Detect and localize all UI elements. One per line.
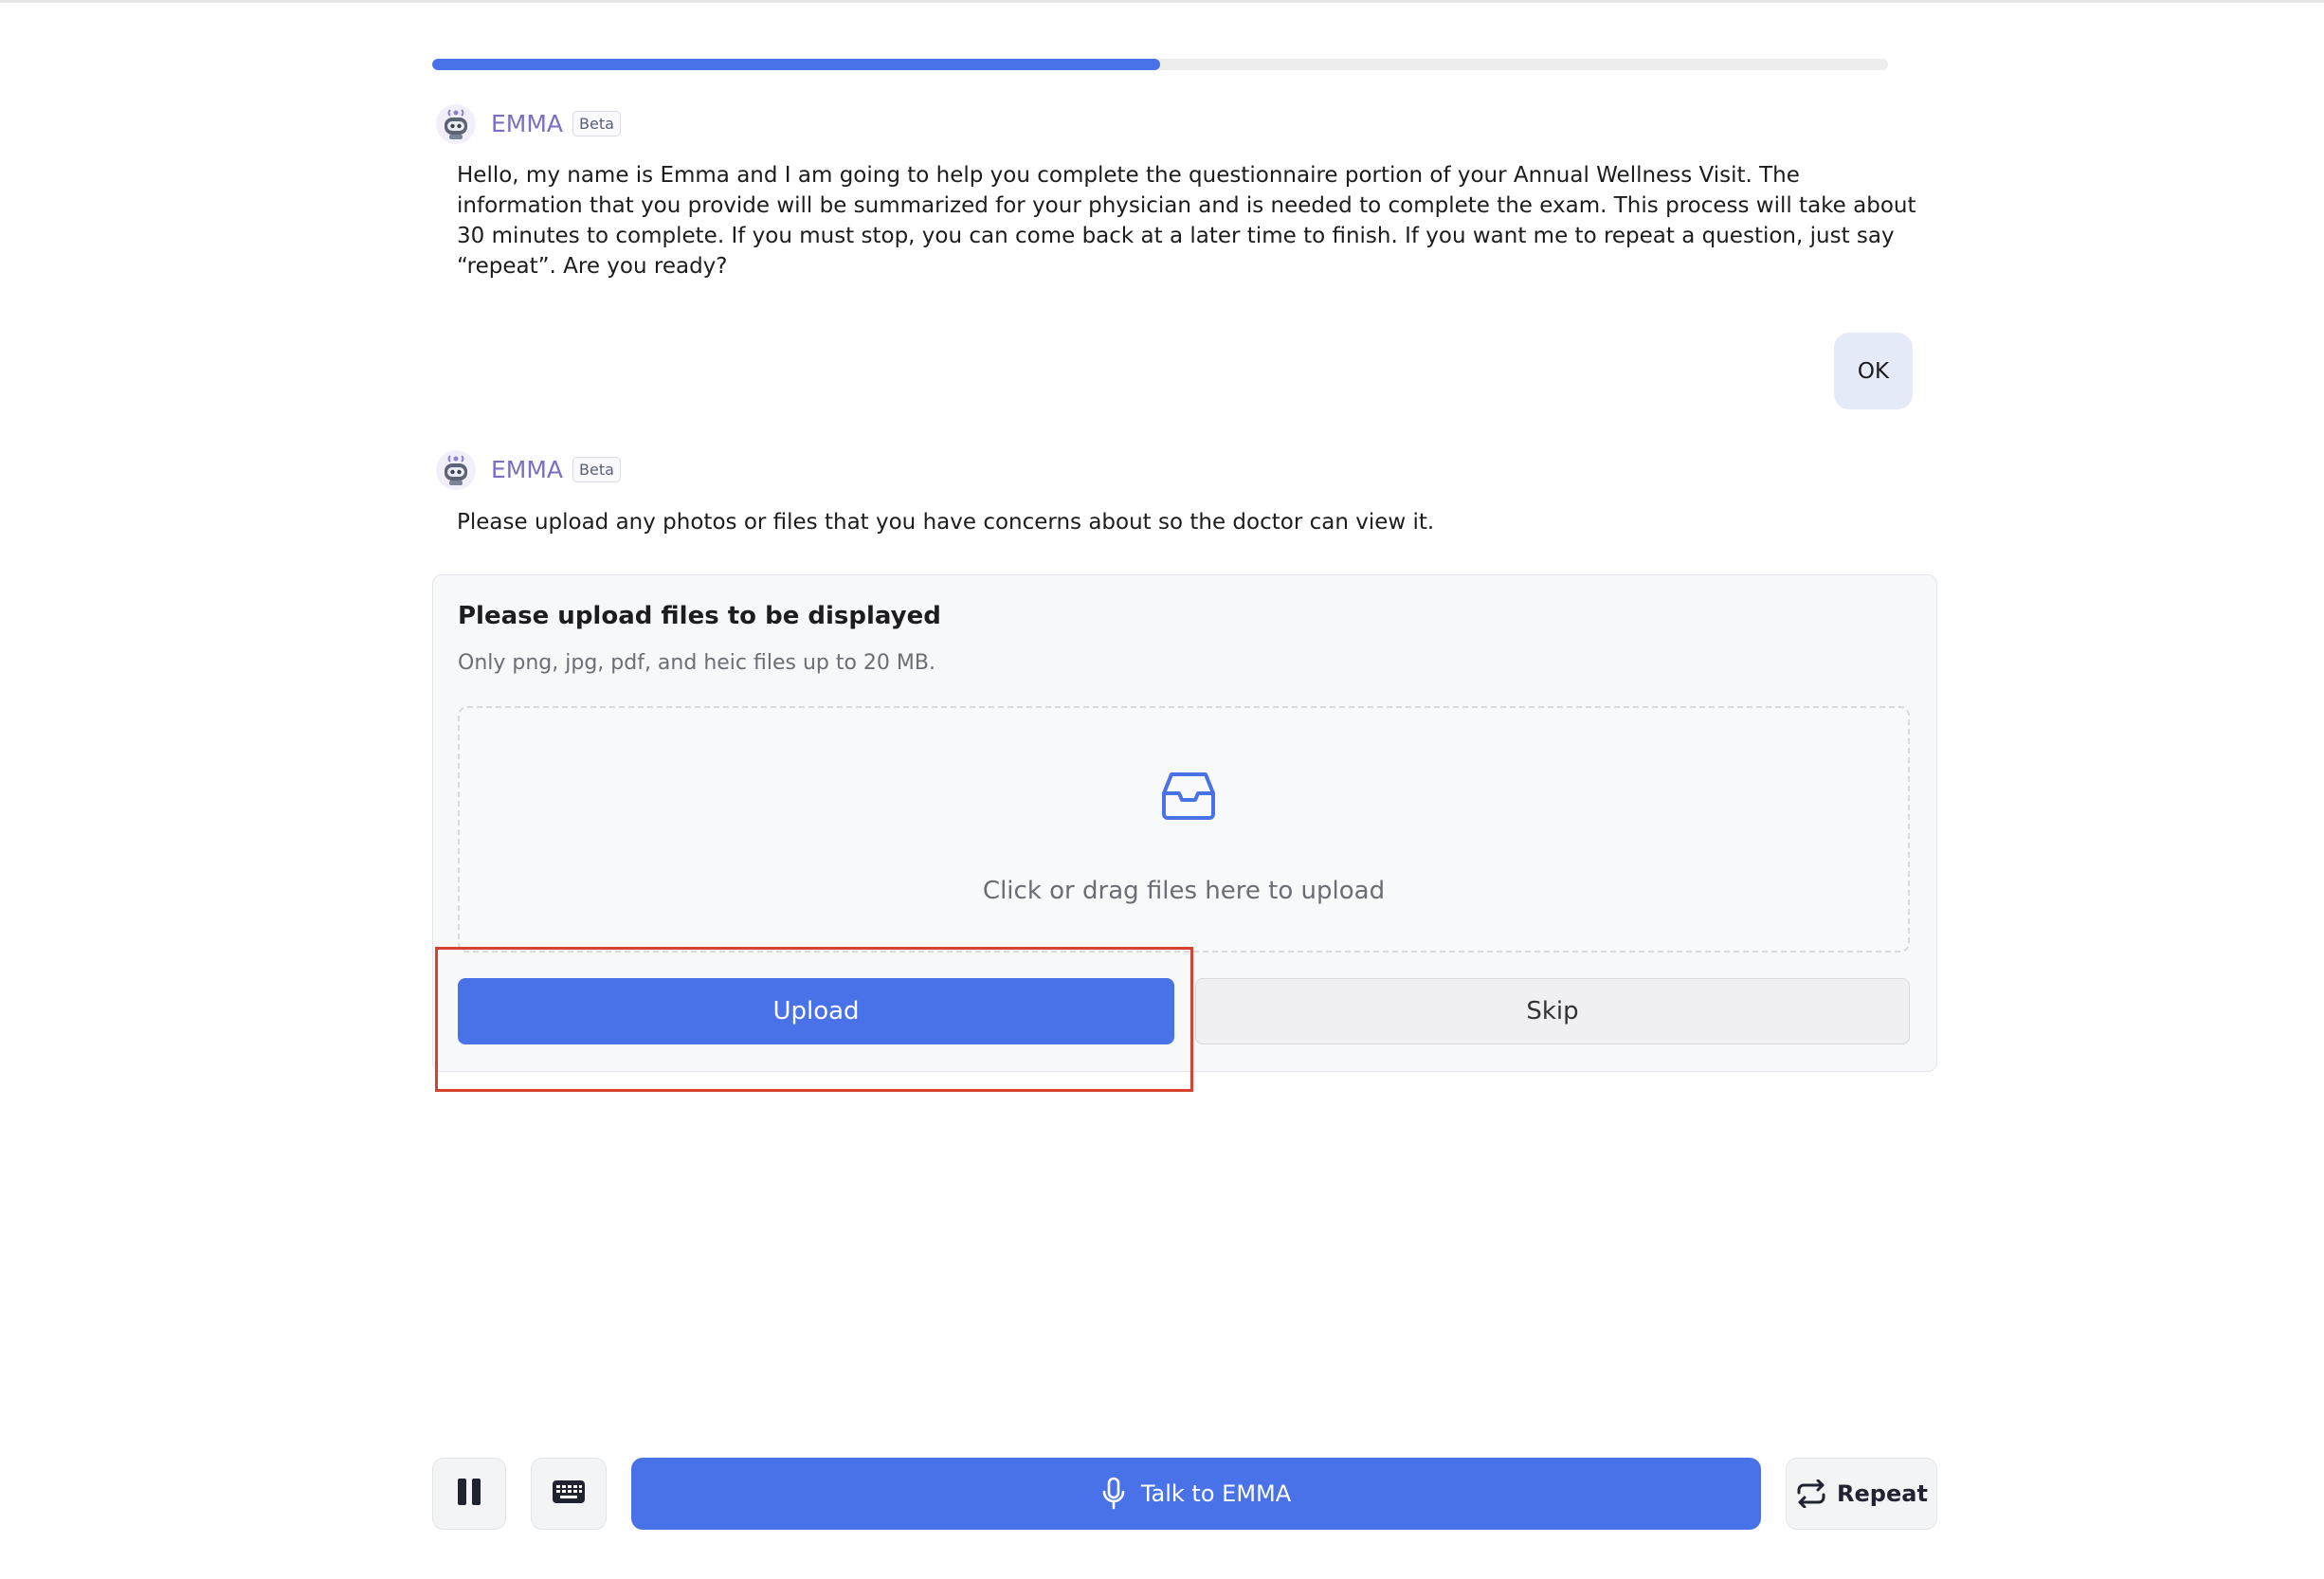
sender-name: EMMA [491,109,564,137]
upload-title: Please upload files to be displayed [458,602,941,630]
sender-name: EMMA [491,455,564,483]
repeat-button[interactable]: Repeat [1786,1458,1937,1530]
user-reply-bubble: OK [1834,333,1913,409]
beta-badge: Beta [572,110,621,136]
keyboard-icon [552,1479,586,1508]
talk-label: Talk to EMMA [1140,1480,1292,1507]
inbox-icon [1159,767,1218,826]
file-dropzone[interactable]: Click or drag files here to upload [458,706,1910,953]
upload-subtitle: Only png, jpg, pdf, and heic files up to… [458,651,935,675]
beta-badge: Beta [572,456,621,482]
bot-message-text: Hello, my name is Emma and I am going to… [457,163,1916,279]
bot-message-text: Please upload any photos or files that y… [457,510,1435,535]
robot-avatar-icon [432,445,480,493]
top-divider [0,0,2324,3]
repeat-icon [1797,1479,1825,1508]
robot-avatar-icon [432,100,480,147]
dropzone-text: Click or drag files here to upload [982,877,1386,905]
repeat-label: Repeat [1837,1480,1928,1507]
progress-fill [432,59,1160,70]
skip-button[interactable]: Skip [1195,978,1910,1044]
pause-icon [456,1478,482,1510]
talk-to-emma-button[interactable]: Talk to EMMA [631,1458,1761,1530]
keyboard-button[interactable] [531,1458,607,1530]
pause-button[interactable] [432,1458,506,1530]
highlight-annotation [435,947,1193,1092]
bot-message-header: EMMA Beta [432,443,621,496]
progress-bar [432,59,1888,70]
bot-message-header: EMMA Beta [432,97,621,150]
microphone-icon [1102,1477,1125,1510]
